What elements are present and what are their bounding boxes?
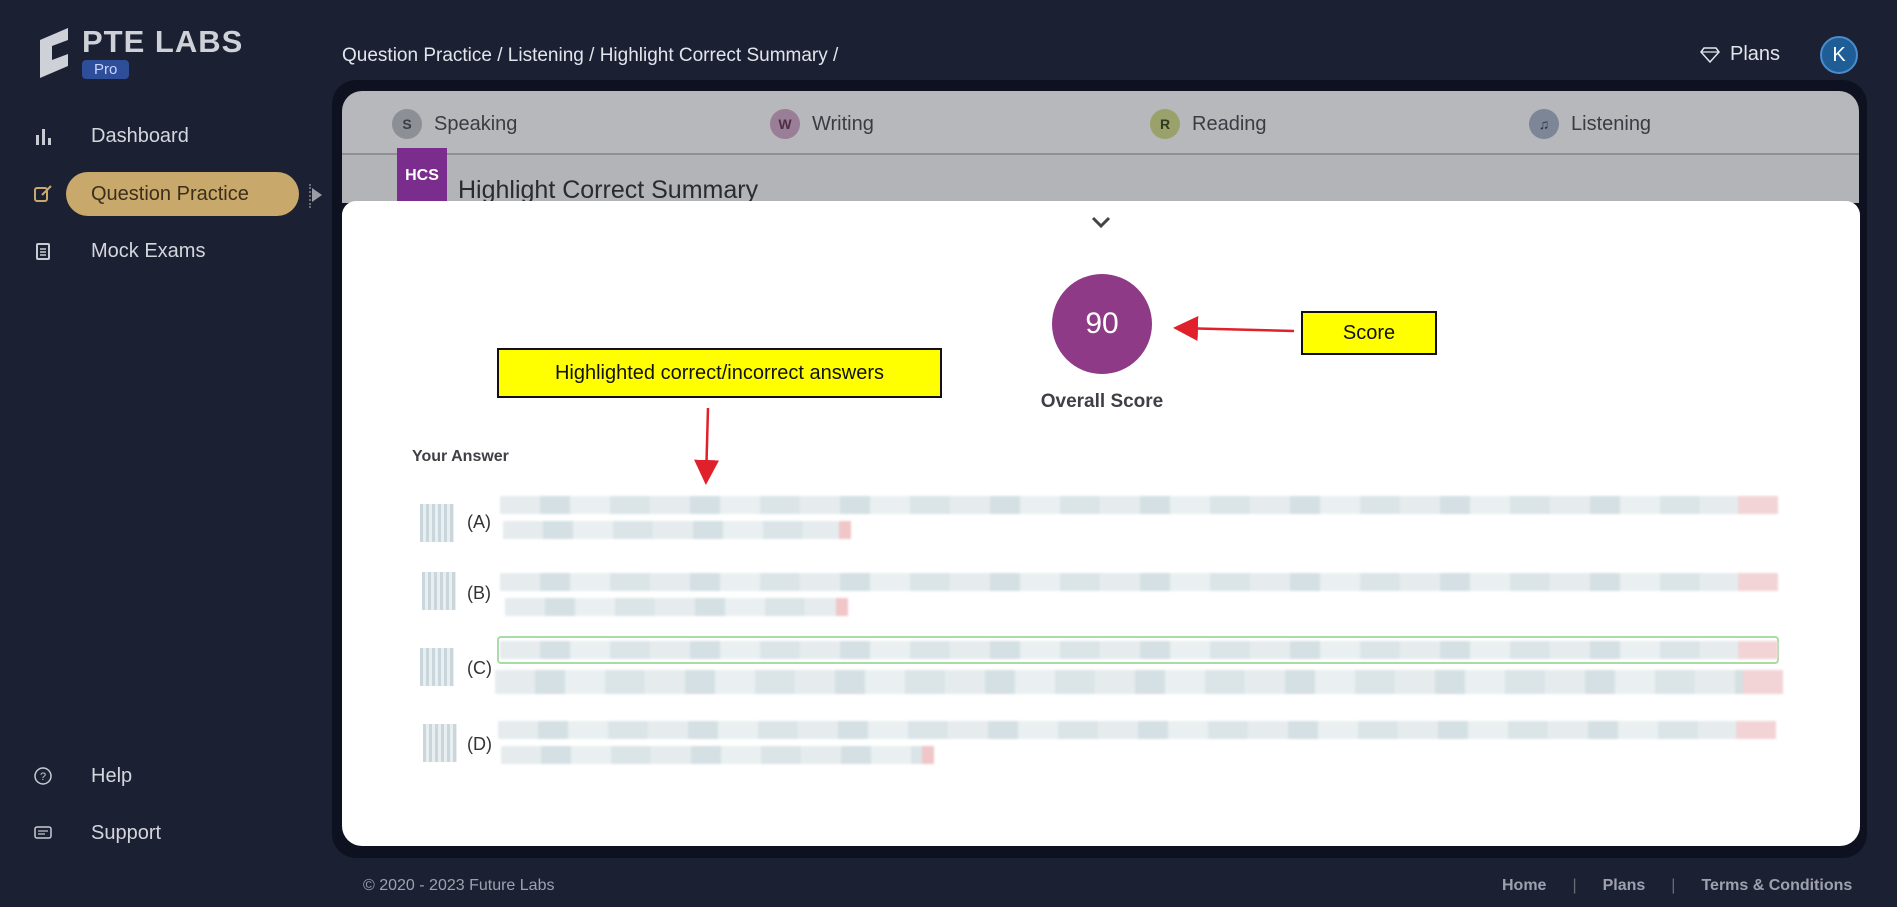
option-text-a (500, 496, 1778, 514)
option-letter: (C) (467, 658, 492, 678)
footer-links: Home | Plans | Terms & Conditions (1502, 877, 1852, 895)
your-answer-label: Your Answer (412, 448, 509, 465)
footer-separator: | (1671, 877, 1676, 894)
option-checkbox-d[interactable] (423, 724, 457, 762)
option-text-b (500, 573, 1778, 591)
option-letter: (A) (467, 512, 491, 532)
option-text-c-cont (495, 670, 1783, 694)
option-checkbox-a[interactable] (420, 504, 454, 542)
option-letter: (D) (467, 734, 492, 754)
option-text-a-cont (503, 521, 851, 539)
annotation-arrows (694, 316, 1295, 485)
score-arrow (1173, 316, 1295, 342)
option-checkbox-b[interactable] (422, 572, 456, 610)
footer-link-home[interactable]: Home (1502, 877, 1546, 895)
option-checkbox-c[interactable] (420, 648, 454, 686)
option-text-d-cont (501, 746, 934, 764)
footer-separator: | (1572, 877, 1577, 894)
option-text-b-cont (505, 598, 848, 616)
footer-link-plans[interactable]: Plans (1603, 877, 1646, 895)
copyright: © 2020 - 2023 Future Labs (363, 877, 555, 894)
option-text-d (498, 721, 1776, 739)
option-letter: (B) (467, 583, 491, 603)
highlight-arrow (694, 407, 720, 485)
option-text-c (500, 641, 1778, 659)
footer-link-terms[interactable]: Terms & Conditions (1701, 877, 1852, 895)
